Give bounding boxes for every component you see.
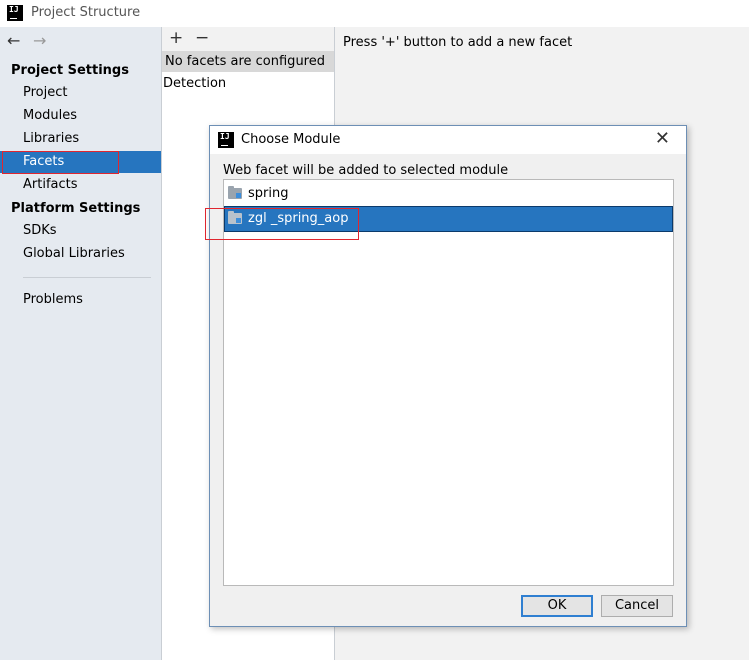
module-item-zgl-spring-aop[interactable]: zgl _spring_aop <box>224 206 673 232</box>
platform-settings-header: Platform Settings <box>11 201 141 216</box>
module-label: zgl _spring_aop <box>248 211 349 226</box>
choose-module-dialog: IJ Choose Module ✕ Web facet will be add… <box>209 125 687 627</box>
sidebar-item-global-libraries[interactable]: Global Libraries <box>0 243 161 265</box>
detection-item[interactable]: Detection <box>162 76 226 91</box>
facets-empty-message: No facets are configured <box>162 51 334 72</box>
sidebar-item-problems[interactable]: Problems <box>0 289 161 311</box>
dialog-titlebar: IJ Choose Module ✕ <box>210 126 686 154</box>
remove-facet-icon[interactable]: − <box>195 28 209 48</box>
close-icon[interactable]: ✕ <box>655 129 670 149</box>
sidebar-item-sdks[interactable]: SDKs <box>0 220 161 242</box>
settings-sidebar: ← → Project Settings Project Modules Lib… <box>0 27 162 660</box>
add-facet-hint: Press '+' button to add a new facet <box>343 35 573 50</box>
project-settings-header: Project Settings <box>11 63 129 78</box>
sidebar-item-modules[interactable]: Modules <box>0 105 161 127</box>
module-folder-icon <box>228 186 242 199</box>
forward-arrow-icon[interactable]: → <box>33 31 46 50</box>
back-arrow-icon[interactable]: ← <box>7 31 20 50</box>
add-facet-icon[interactable]: + <box>169 28 183 48</box>
facets-toolbar: + − <box>162 27 334 51</box>
intellij-dialog-icon: IJ <box>218 132 234 148</box>
sidebar-item-project[interactable]: Project <box>0 82 161 104</box>
module-item-spring[interactable]: spring <box>224 181 673 207</box>
ok-button[interactable]: OK <box>521 595 593 617</box>
sidebar-item-facets[interactable]: Facets <box>0 151 161 173</box>
intellij-app-icon: IJ <box>7 5 23 21</box>
window-title: Project Structure <box>31 5 141 20</box>
dialog-title: Choose Module <box>241 132 341 147</box>
window-titlebar: IJ Project Structure <box>0 0 749 27</box>
cancel-button[interactable]: Cancel <box>601 595 673 617</box>
sidebar-divider <box>23 277 151 278</box>
sidebar-item-artifacts[interactable]: Artifacts <box>0 174 161 196</box>
module-folder-icon <box>228 211 242 224</box>
module-label: spring <box>248 186 289 201</box>
dialog-message: Web facet will be added to selected modu… <box>223 163 509 178</box>
sidebar-item-libraries[interactable]: Libraries <box>0 128 161 150</box>
module-list[interactable]: spring zgl _spring_aop <box>223 179 674 586</box>
